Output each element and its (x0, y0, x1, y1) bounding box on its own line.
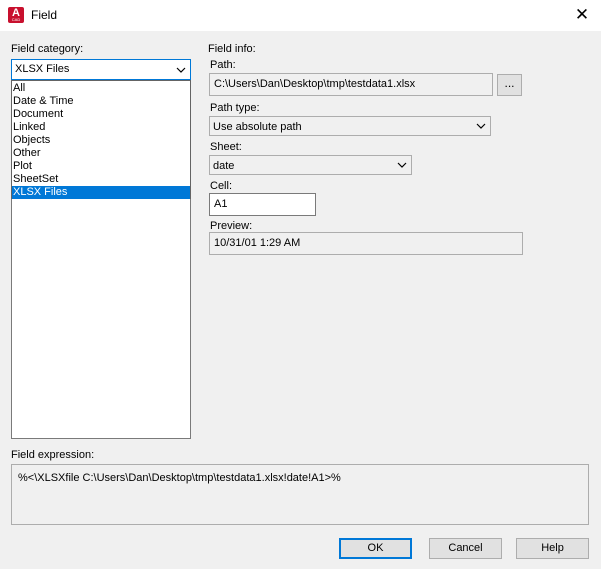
app-logo-sublabel: CAD (11, 17, 21, 22)
field-expression-value: %<\XLSXfile C:\Users\Dan\Desktop\tmp\tes… (18, 472, 341, 484)
help-button[interactable]: Help (516, 538, 589, 559)
ok-button[interactable]: OK (339, 538, 412, 559)
category-option-objects[interactable]: Objects (12, 134, 190, 147)
cancel-button[interactable]: Cancel (429, 538, 502, 559)
path-type-label: Path type: (210, 102, 260, 114)
chevron-down-icon (397, 162, 407, 168)
field-category-label: Field category: (11, 43, 84, 55)
cell-label: Cell: (210, 180, 233, 192)
sheet-value: date (213, 160, 235, 172)
category-option-plot[interactable]: Plot (12, 160, 190, 173)
category-option-other[interactable]: Other (12, 147, 190, 160)
close-button[interactable]: ✕ (568, 4, 596, 26)
category-option-document[interactable]: Document (12, 108, 190, 121)
path-field: C:\Users\Dan\Desktop\tmp\testdata1.xlsx (209, 73, 493, 96)
close-icon: ✕ (574, 5, 590, 24)
field-category-options: All Date & Time Document Linked Objects … (11, 80, 191, 199)
path-value: C:\Users\Dan\Desktop\tmp\testdata1.xlsx (214, 78, 416, 90)
category-option-xlsx-files[interactable]: XLSX Files (12, 186, 190, 199)
browse-button[interactable]: ... (497, 74, 522, 96)
category-option-sheetset[interactable]: SheetSet (12, 173, 190, 186)
field-expression-label: Field expression: (11, 449, 95, 461)
path-type-dropdown[interactable]: Use absolute path (209, 116, 491, 136)
preview-label: Preview: (210, 220, 253, 232)
field-info-label: Field info: (208, 43, 256, 55)
field-category-dropdown[interactable]: XLSX Files (11, 59, 191, 80)
category-option-linked[interactable]: Linked (12, 121, 190, 134)
sheet-label: Sheet: (210, 141, 242, 153)
chevron-down-icon (176, 67, 186, 73)
window-title: Field (31, 8, 58, 22)
category-option-datetime[interactable]: Date & Time (12, 95, 190, 108)
app-logo-icon: A CAD (8, 7, 24, 23)
chevron-down-icon (476, 123, 486, 129)
category-option-all[interactable]: All (12, 82, 190, 95)
preview-field: 10/31/01 1:29 AM (209, 232, 523, 255)
sheet-dropdown[interactable]: date (209, 155, 412, 175)
path-label: Path: (210, 59, 236, 71)
preview-value: 10/31/01 1:29 AM (214, 237, 301, 249)
field-expression-box[interactable]: %<\XLSXfile C:\Users\Dan\Desktop\tmp\tes… (11, 464, 589, 525)
cell-value: A1 (214, 198, 228, 210)
path-type-value: Use absolute path (213, 121, 302, 133)
title-bar (0, 0, 601, 31)
cell-input[interactable]: A1 (209, 193, 316, 216)
field-category-selected: XLSX Files (15, 63, 70, 75)
